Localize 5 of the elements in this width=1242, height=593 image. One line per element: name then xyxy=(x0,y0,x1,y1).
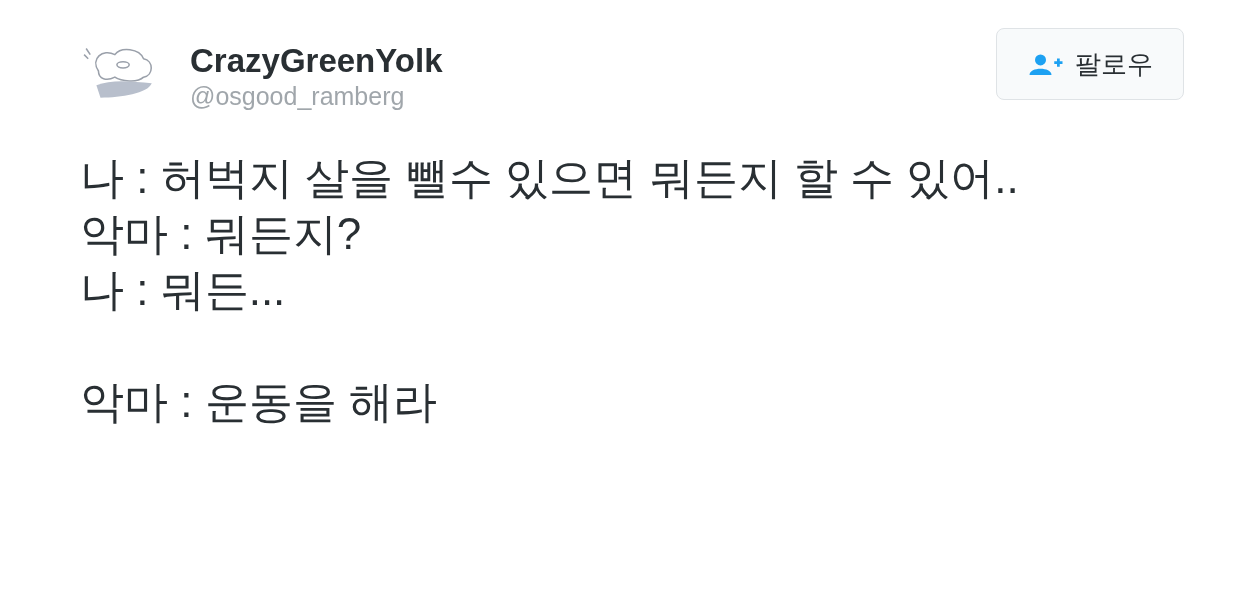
author-name: CrazyGreenYolk xyxy=(190,42,444,80)
tweet-text: 나 : 허벅지 살을 뺄수 있으면 뭐든지 할 수 있어.. 악마 : 뭐든지? 나 : 뭐든... 악마 : 운동을 해라 xyxy=(80,152,1020,428)
follow-button[interactable]: 팔로우 xyxy=(996,28,1184,100)
author-handle: @osgood_ramberg xyxy=(190,81,406,112)
add-person-icon xyxy=(1029,53,1063,75)
